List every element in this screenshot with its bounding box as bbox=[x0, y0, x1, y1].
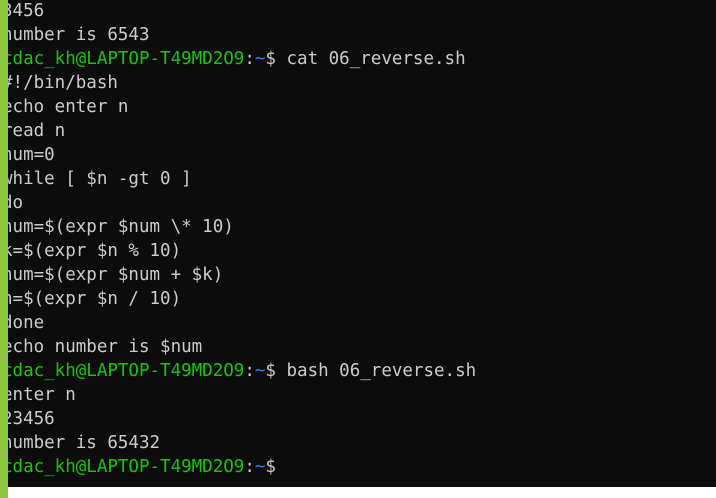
output-line: done bbox=[8, 313, 45, 333]
output-line: number is 65432 bbox=[8, 433, 161, 453]
output-line: #!/bin/bash bbox=[8, 73, 118, 93]
prompt-path: ~ bbox=[254, 457, 266, 477]
output-line: num=$(expr $num + $k) bbox=[8, 265, 224, 285]
output-line: echo number is $num bbox=[8, 337, 203, 357]
prompt-command: bash 06_reverse.sh bbox=[275, 361, 477, 381]
prompt-line: cdac_kh@LAPTOP-T49MD2O9:~$ bash 06_rever… bbox=[8, 359, 476, 383]
prompt-user: cdac_kh@LAPTOP-T49MD2O9 bbox=[8, 49, 245, 69]
terminal-window: 3456number is 6543cdac_kh@LAPTOP-T49MD2O… bbox=[0, 0, 716, 498]
output-line: num=$(expr $num \* 10) bbox=[8, 217, 234, 237]
prompt-symbol: $ bbox=[265, 361, 276, 381]
output-line: k=$(expr $n % 10) bbox=[8, 241, 182, 261]
output-line: 3456 bbox=[8, 1, 45, 21]
output-line: read n bbox=[8, 121, 66, 141]
prompt-separator: : bbox=[244, 49, 255, 69]
prompt-line: cdac_kh@LAPTOP-T49MD2O9:~$ cat 06_revers… bbox=[8, 47, 476, 71]
output-line: n=$(expr $n / 10) bbox=[8, 289, 182, 309]
output-line: number is 6543 bbox=[8, 25, 150, 45]
prompt-symbol: $ bbox=[265, 457, 276, 477]
output-line: num=0 bbox=[8, 145, 55, 165]
output-line: echo enter n bbox=[8, 97, 129, 117]
prompt-path: ~ bbox=[254, 49, 266, 69]
output-line: 23456 bbox=[8, 409, 55, 429]
prompt-user: cdac_kh@LAPTOP-T49MD2O9 bbox=[8, 361, 245, 381]
terminal-output: 3456number is 6543cdac_kh@LAPTOP-T49MD2O… bbox=[8, 0, 476, 479]
window-bottom-strip bbox=[8, 487, 716, 498]
prompt-user: cdac_kh@LAPTOP-T49MD2O9 bbox=[8, 457, 245, 477]
prompt-line: cdac_kh@LAPTOP-T49MD2O9:~$ bbox=[8, 455, 476, 479]
window-left-accent bbox=[0, 0, 8, 498]
prompt-separator: : bbox=[244, 457, 255, 477]
prompt-path: ~ bbox=[254, 361, 266, 381]
prompt-separator: : bbox=[244, 361, 255, 381]
output-line: do bbox=[8, 193, 24, 213]
prompt-symbol: $ bbox=[265, 49, 276, 69]
output-line: enter n bbox=[8, 385, 76, 405]
terminal-pane[interactable]: 3456number is 6543cdac_kh@LAPTOP-T49MD2O… bbox=[8, 0, 716, 487]
prompt-command: cat 06_reverse.sh bbox=[275, 49, 466, 69]
output-line: while [ $n -gt 0 ] bbox=[8, 169, 192, 189]
